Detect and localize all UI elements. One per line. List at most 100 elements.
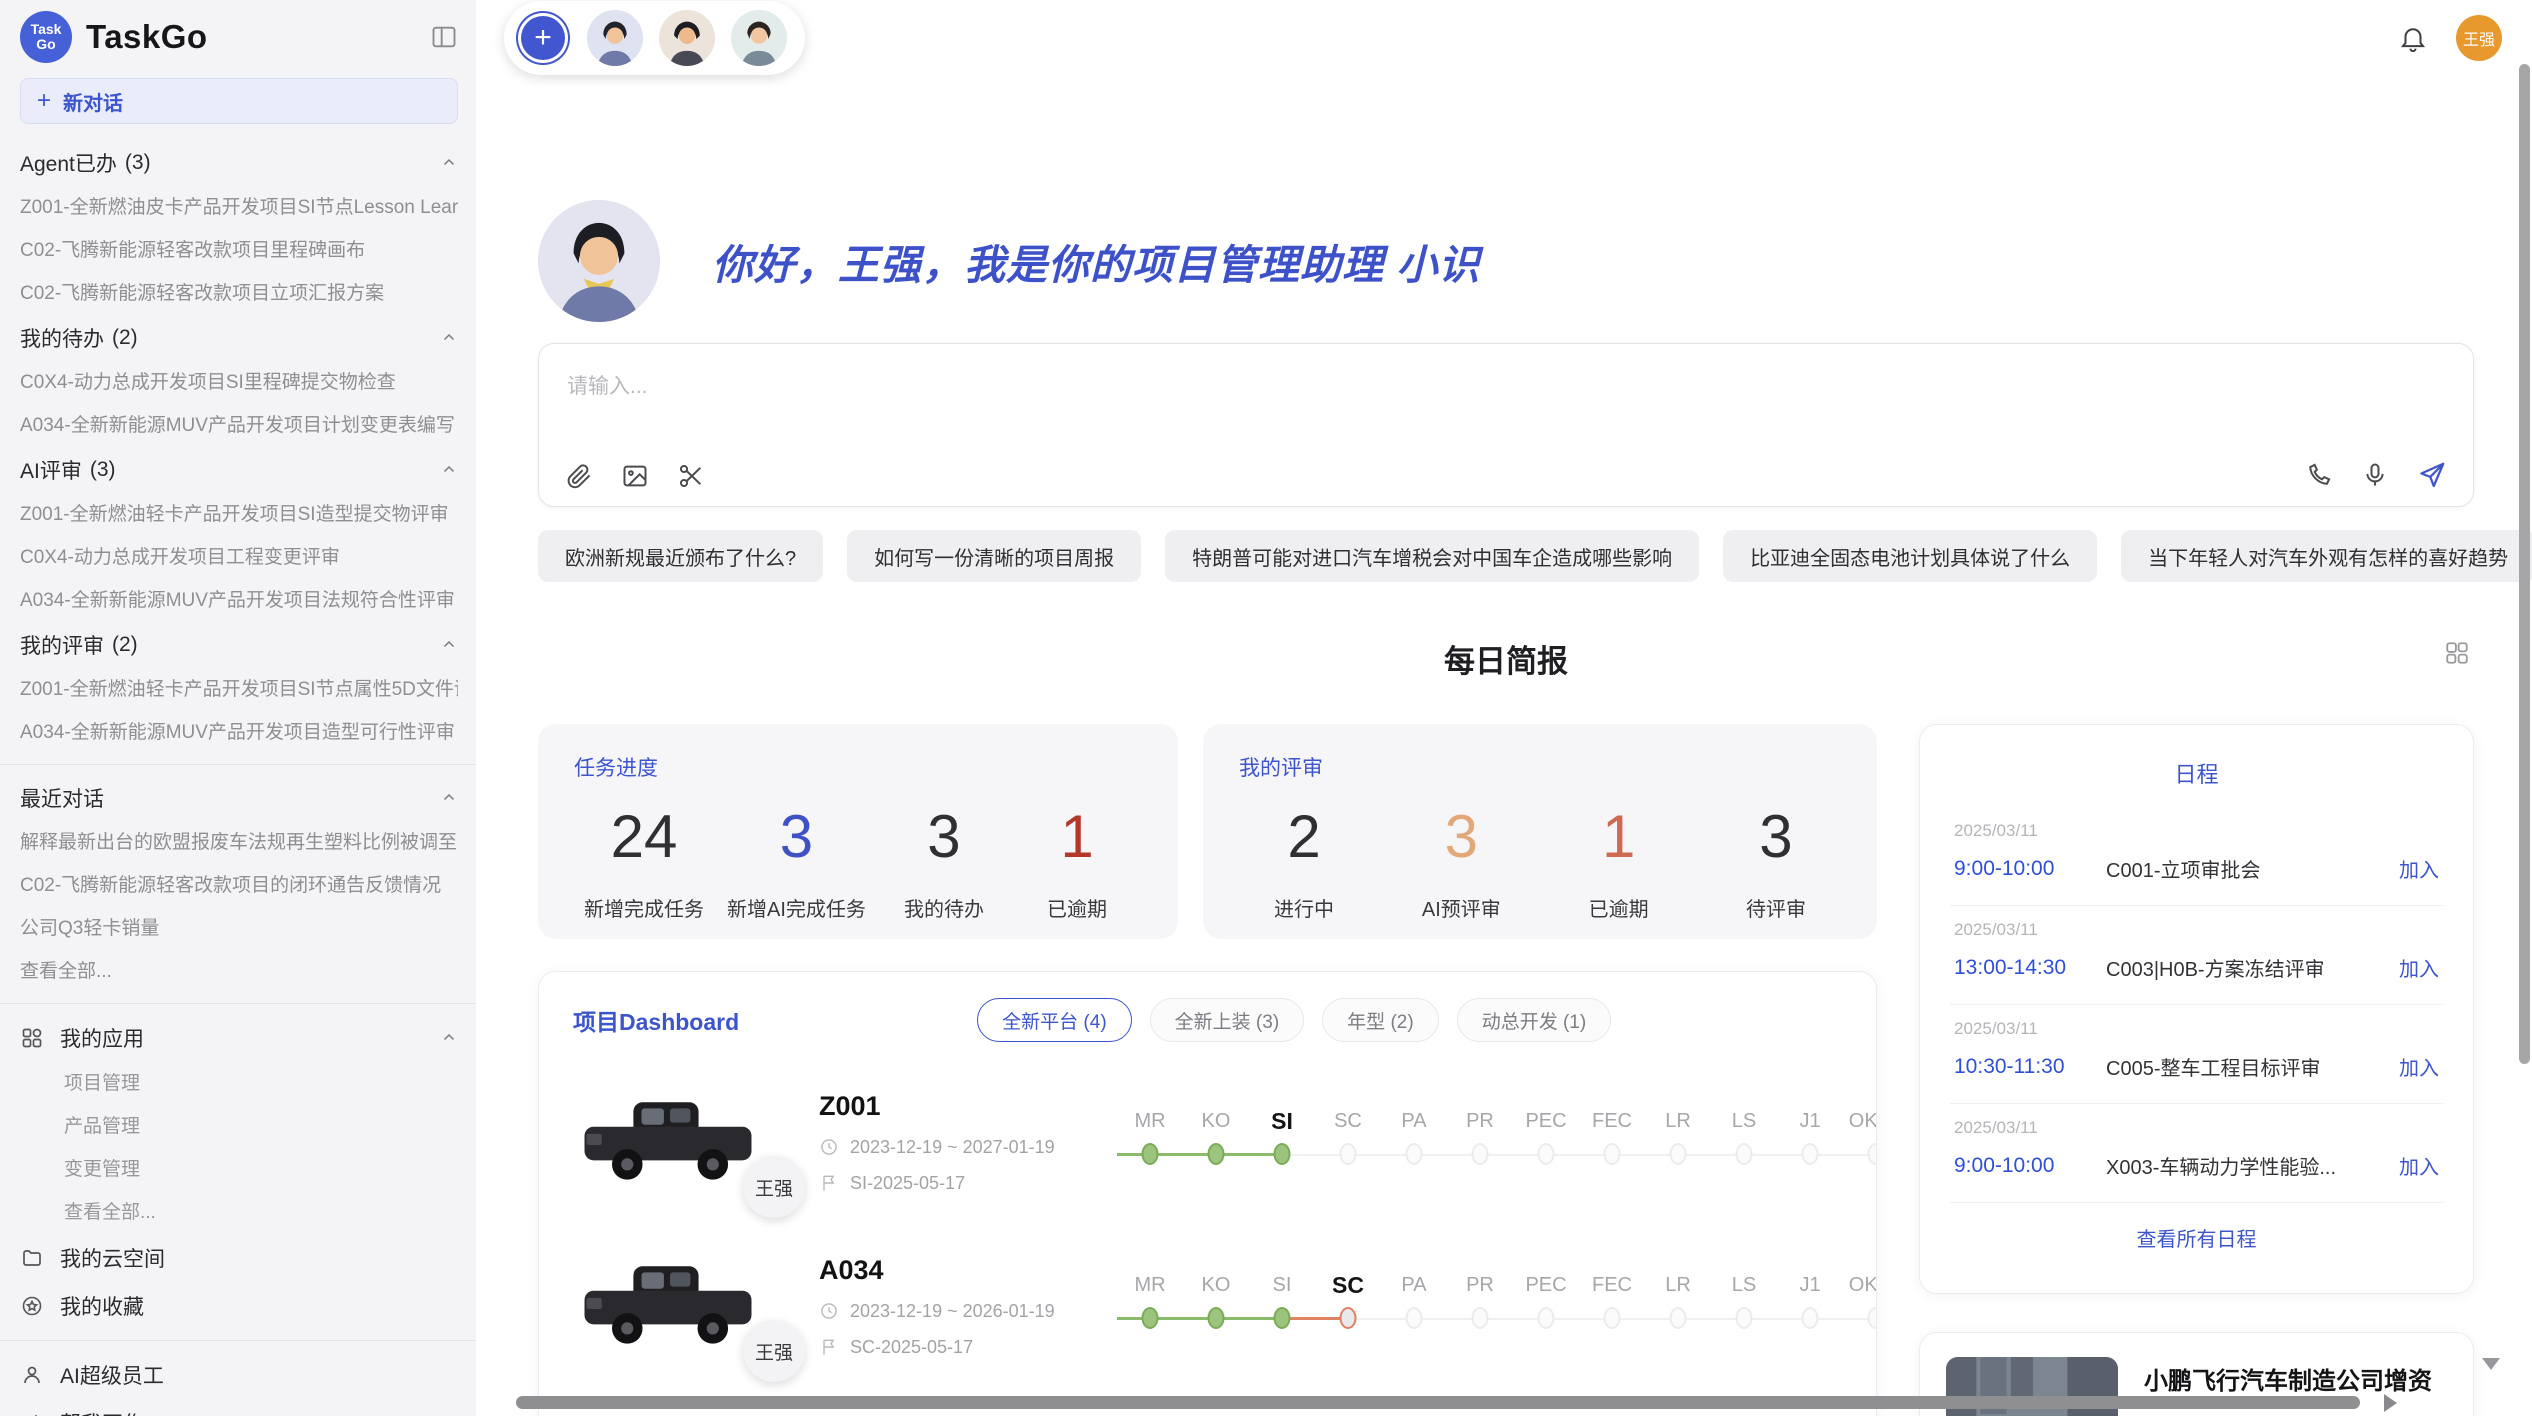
snippet-button[interactable] — [677, 462, 705, 490]
group-header-my-todo[interactable]: 我的待办 (2) — [20, 315, 458, 361]
notifications-button[interactable] — [2398, 23, 2428, 53]
suggestion-chip[interactable]: 当下年轻人对汽车外观有怎样的喜好趋势 — [2121, 530, 2532, 582]
app-item-change-mgmt[interactable]: 变更管理 — [20, 1148, 458, 1191]
stat-new-ai-completed: 3 新增AI完成任务 — [727, 802, 866, 922]
milestone-pec: PEC — [1513, 1266, 1579, 1346]
tab-model-year[interactable]: 年型 (2) — [1322, 998, 1439, 1042]
project-dates: 2023-12-19 ~ 2026-01-19 — [819, 1301, 1115, 1322]
conversation-item[interactable]: Z001-全新燃油轻卡产品开发项目SI节点属性5D文件评审 — [20, 668, 458, 711]
chevron-up-icon — [440, 154, 458, 172]
group-header-my-review[interactable]: 我的评审 (2) — [20, 622, 458, 668]
scroll-right-arrow-icon[interactable] — [2384, 1394, 2397, 1412]
group-title: 我的待办 — [20, 323, 104, 353]
suggestion-chip[interactable]: 特朗普可能对进口汽车增税会对中国车企造成哪些影响 — [1165, 530, 1699, 582]
milestone-lr: LR — [1645, 1266, 1711, 1346]
sidebar-item-ai-employee[interactable]: AI超级员工 — [20, 1351, 458, 1399]
event-date: 2025/03/11 — [1954, 1019, 2439, 1039]
voice-call-button[interactable] — [2305, 461, 2333, 489]
group-header-recent[interactable]: 最近对话 — [20, 775, 458, 821]
project-row[interactable]: 王强 A034 2023-12-19 ~ 2026-01-19 — [573, 1242, 1842, 1370]
plus-icon: + — [37, 87, 51, 115]
project-dates: 2023-12-19 ~ 2027-01-19 — [819, 1137, 1115, 1158]
suggestion-chip[interactable]: 比亚迪全固态电池计划具体说了什么 — [1723, 530, 2097, 582]
app-window: Task Go TaskGo + 新对话 Agent已办 (3) Z001-全新… — [0, 0, 2532, 1416]
event-name: C003|H0B-方案冻结评审 — [2106, 953, 2399, 982]
agent-avatar-3[interactable] — [731, 10, 787, 66]
chevron-up-icon — [440, 329, 458, 347]
tab-new-body[interactable]: 全新上装 (3) — [1150, 998, 1305, 1042]
vertical-scrollbar[interactable] — [2519, 64, 2530, 1064]
conversation-item[interactable]: 公司Q3轻卡销量 — [20, 907, 458, 950]
agent-avatar-group: + — [504, 1, 805, 75]
folder-icon — [20, 1246, 44, 1270]
sidebar-item-my-apps[interactable]: 我的应用 — [20, 1014, 458, 1062]
conversation-item[interactable]: 解释最新出台的欧盟报废车法规再生塑料比例被调至15%... — [20, 821, 458, 864]
schedule-event: 2025/03/11 13:00-14:30 C003|H0B-方案冻结评审 加… — [1950, 906, 2443, 1005]
send-button[interactable] — [2417, 460, 2447, 490]
group-count: (3) — [125, 151, 151, 175]
insert-image-button[interactable] — [621, 462, 649, 490]
suggestion-chip[interactable]: 如何写一份清晰的项目周报 — [847, 530, 1141, 582]
join-link[interactable]: 加入 — [2399, 854, 2439, 883]
stat-pending-review: 3 待评审 — [1721, 802, 1831, 922]
app-item-product-mgmt[interactable]: 产品管理 — [20, 1105, 458, 1148]
attach-button[interactable] — [565, 462, 593, 490]
join-link[interactable]: 加入 — [2399, 1151, 2439, 1180]
flag-icon — [819, 1337, 839, 1357]
chevron-up-icon — [440, 789, 458, 807]
group-title: Agent已办 — [20, 148, 117, 178]
conversation-item[interactable]: A034-全新新能源MUV产品开发项目法规符合性评审 — [20, 579, 458, 622]
milestone-sc: SC — [1315, 1266, 1381, 1346]
sidebar-item-help-me-write[interactable]: 帮我写作 — [20, 1399, 458, 1416]
conversation-item[interactable]: A034-全新新能源MUV产品开发项目造型可行性评审 — [20, 711, 458, 754]
microphone-button[interactable] — [2361, 461, 2389, 489]
scroll-down-arrow-icon[interactable] — [2482, 1358, 2500, 1370]
stat-grid: 24 新增完成任务 3 新增AI完成任务 3 我的待办 — [574, 802, 1142, 922]
agent-avatar-2[interactable] — [659, 10, 715, 66]
view-all-conversations[interactable]: 查看全部... — [20, 950, 458, 993]
view-all-apps[interactable]: 查看全部... — [20, 1191, 458, 1234]
conversation-item[interactable]: C0X4-动力总成开发项目SI里程碑提交物检查 — [20, 361, 458, 404]
sidebar-collapse-button[interactable] — [430, 23, 458, 51]
new-chat-button[interactable]: + 新对话 — [20, 78, 458, 124]
project-milestone-flag: SC-2025-05-17 — [819, 1337, 1115, 1358]
conversation-item[interactable]: C0X4-动力总成开发项目工程变更评审 — [20, 536, 458, 579]
group-header-agent-done[interactable]: Agent已办 (3) — [20, 140, 458, 186]
event-time: 9:00-10:00 — [1954, 857, 2106, 881]
conversation-item[interactable]: C02-飞腾新能源轻客改款项目的闭环通告反馈情况 — [20, 864, 458, 907]
conversation-item[interactable]: C02-飞腾新能源轻客改款项目立项汇报方案 — [20, 272, 458, 315]
person-icon — [20, 1363, 44, 1387]
composer[interactable]: 请输入... — [538, 343, 2474, 507]
topbar-right: 王强 — [2398, 15, 2502, 61]
conversation-item[interactable]: A034-全新新能源MUV产品开发项目计划变更表编写 — [20, 404, 458, 447]
agent-avatar-1[interactable] — [587, 10, 643, 66]
truck-image — [573, 1086, 763, 1198]
conversation-item[interactable]: Z001-全新燃油轻卡产品开发项目SI造型提交物评审 — [20, 493, 458, 536]
composer-placeholder: 请输入... — [567, 370, 2445, 400]
suggestion-chips: 欧洲新规最近颁布了什么? 如何写一份清晰的项目周报 特朗普可能对进口汽车增税会对… — [538, 530, 2474, 582]
stat-ai-pre-review: 3 AI预评审 — [1406, 802, 1516, 922]
sidebar-item-cloud-space[interactable]: 我的云空间 — [20, 1234, 458, 1282]
project-row[interactable]: 王强 Z001 2023-12-19 ~ 2027-01-19 — [573, 1078, 1842, 1206]
view-all-schedule-link[interactable]: 查看所有日程 — [1950, 1223, 2443, 1252]
group-header-ai-review[interactable]: AI评审 (3) — [20, 447, 458, 493]
grid-layout-icon — [2444, 640, 2470, 666]
layout-switch-button[interactable] — [2444, 640, 2470, 666]
schedule-event: 2025/03/11 10:30-11:30 C005-整车工程目标评审 加入 — [1950, 1005, 2443, 1104]
join-link[interactable]: 加入 — [2399, 953, 2439, 982]
chevron-up-icon — [440, 636, 458, 654]
sidebar-item-favorites[interactable]: 我的收藏 — [20, 1282, 458, 1330]
stat-overdue: 1 已逾期 — [1564, 802, 1674, 922]
app-item-project-mgmt[interactable]: 项目管理 — [20, 1062, 458, 1105]
tab-powertrain[interactable]: 动总开发 (1) — [1457, 998, 1612, 1042]
user-avatar[interactable]: 王强 — [2456, 15, 2502, 61]
tab-new-platform[interactable]: 全新平台 (4) — [977, 998, 1132, 1042]
event-time: 10:30-11:30 — [1954, 1055, 2106, 1079]
suggestion-chip[interactable]: 欧洲新规最近颁布了什么? — [538, 530, 823, 582]
add-agent-button[interactable]: + — [521, 16, 565, 60]
horizontal-scrollbar[interactable] — [516, 1396, 2360, 1409]
mic-icon — [2361, 461, 2389, 489]
conversation-item[interactable]: Z001-全新燃油皮卡产品开发项目SI节点Lesson Learn报告 — [20, 186, 458, 229]
join-link[interactable]: 加入 — [2399, 1052, 2439, 1081]
conversation-item[interactable]: C02-飞腾新能源轻客改款项目里程碑画布 — [20, 229, 458, 272]
